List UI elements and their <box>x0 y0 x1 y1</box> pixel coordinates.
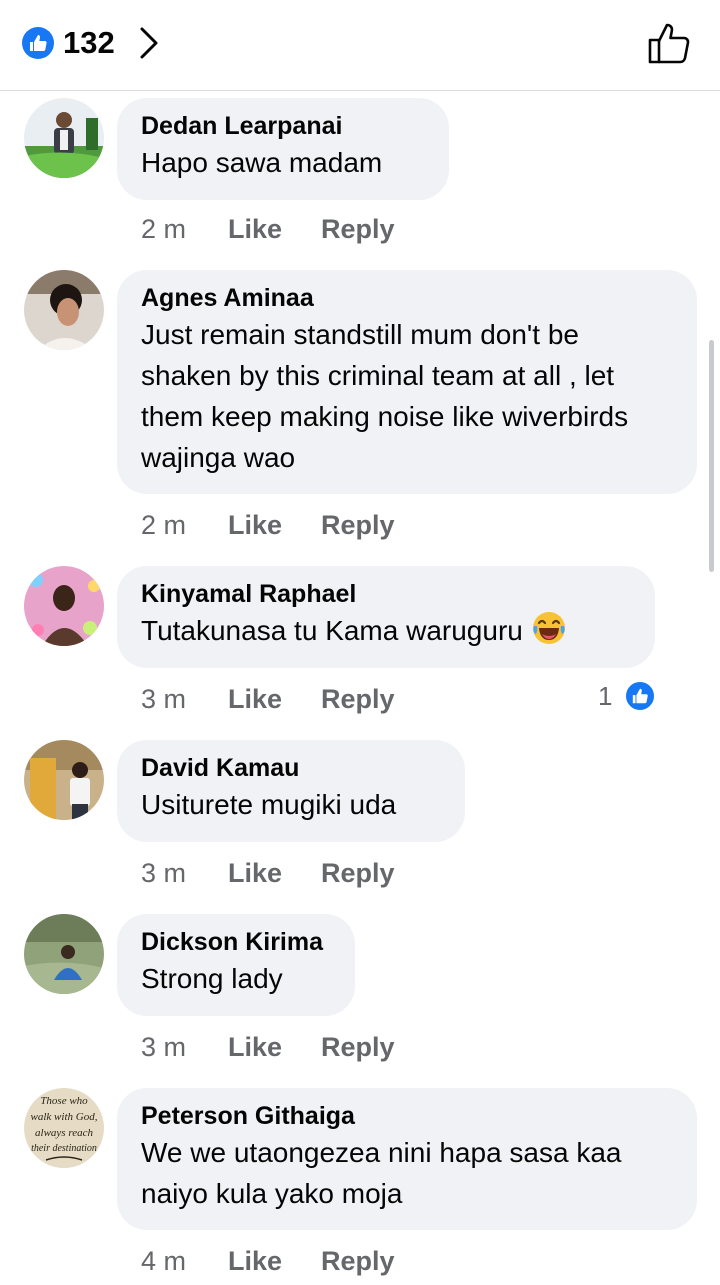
comment-time[interactable]: 3 m <box>141 682 186 716</box>
reaction-count[interactable]: 132 <box>63 24 115 62</box>
comment-bubble: Dickson Kirima Strong lady <box>117 914 355 1016</box>
comment-bubble: Dedan Learpanai Hapo sawa madam <box>117 98 449 200</box>
reply-button[interactable]: Reply <box>321 508 395 542</box>
avatar-quote-line: their destination <box>31 1143 97 1154</box>
comment-text: Usiturete mugiki uda <box>141 789 397 820</box>
scrollbar[interactable] <box>709 340 714 572</box>
reply-button[interactable]: Reply <box>321 1030 395 1064</box>
comment-bubble: Agnes Aminaa Just remain standstill mum … <box>117 270 697 494</box>
avatar-quote-line: always reach <box>35 1127 93 1139</box>
avatar[interactable] <box>24 98 104 178</box>
like-button[interactable]: Like <box>228 508 282 542</box>
avatar[interactable]: Those who walk with God, always reach th… <box>24 1088 104 1168</box>
comment-time[interactable]: 3 m <box>141 1030 186 1064</box>
reply-button[interactable]: Reply <box>321 682 395 716</box>
comment-text: We we utaongezea nini hapa sasa kaa naiy… <box>141 1137 630 1209</box>
comment-author[interactable]: Dickson Kirima <box>141 926 331 958</box>
comment-bubble: Kinyamal Raphael Tutakunasa tu Kama waru… <box>117 566 655 668</box>
like-button[interactable]: Like <box>228 1030 282 1064</box>
reply-button[interactable]: Reply <box>321 212 395 246</box>
reaction-number: 1 <box>598 681 613 711</box>
avatar-quote-line: walk with God, <box>31 1111 98 1123</box>
like-button[interactable]: Like <box>228 856 282 890</box>
avatar[interactable] <box>24 566 104 646</box>
comment-author[interactable]: Peterson Githaiga <box>141 1100 673 1132</box>
like-reaction-icon <box>624 680 656 712</box>
comment-bubble: Peterson Githaiga We we utaongezea nini … <box>117 1088 697 1230</box>
comment-text: Strong lady <box>141 963 283 994</box>
comment-text: Just remain standstill mum don't be shak… <box>141 319 644 473</box>
comment-time[interactable]: 3 m <box>141 856 186 890</box>
avatar[interactable] <box>24 740 104 820</box>
comment-author[interactable]: Agnes Aminaa <box>141 282 673 314</box>
like-button[interactable]: Like <box>228 1244 282 1278</box>
avatar[interactable] <box>24 270 104 350</box>
comment-time[interactable]: 2 m <box>141 212 186 246</box>
like-button[interactable]: Like <box>228 682 282 716</box>
reply-button[interactable]: Reply <box>321 856 395 890</box>
like-reaction-icon <box>22 27 54 59</box>
reply-button[interactable]: Reply <box>321 1244 395 1278</box>
reactions-header: 132 <box>0 0 720 91</box>
avatar[interactable] <box>24 914 104 994</box>
comment-time[interactable]: 2 m <box>141 508 186 542</box>
like-button[interactable]: Like <box>228 212 282 246</box>
chevron-right-icon[interactable] <box>138 26 160 60</box>
like-icon[interactable] <box>646 20 692 66</box>
comment-text: Hapo sawa madam <box>141 147 383 178</box>
comment-author[interactable]: Dedan Learpanai <box>141 110 425 142</box>
laughing-face-emoji-icon <box>532 612 565 644</box>
comment-author[interactable]: David Kamau <box>141 752 441 784</box>
comment-text-content: Tutakunasa tu Kama waruguru <box>141 615 523 646</box>
avatar-quote-line: Those who <box>40 1095 88 1107</box>
comment-time[interactable]: 4 m <box>141 1244 186 1278</box>
comment-text: Tutakunasa tu Kama waruguru <box>141 610 631 651</box>
comment-author[interactable]: Kinyamal Raphael <box>141 578 631 610</box>
comment-bubble: David Kamau Usiturete mugiki uda <box>117 740 465 842</box>
